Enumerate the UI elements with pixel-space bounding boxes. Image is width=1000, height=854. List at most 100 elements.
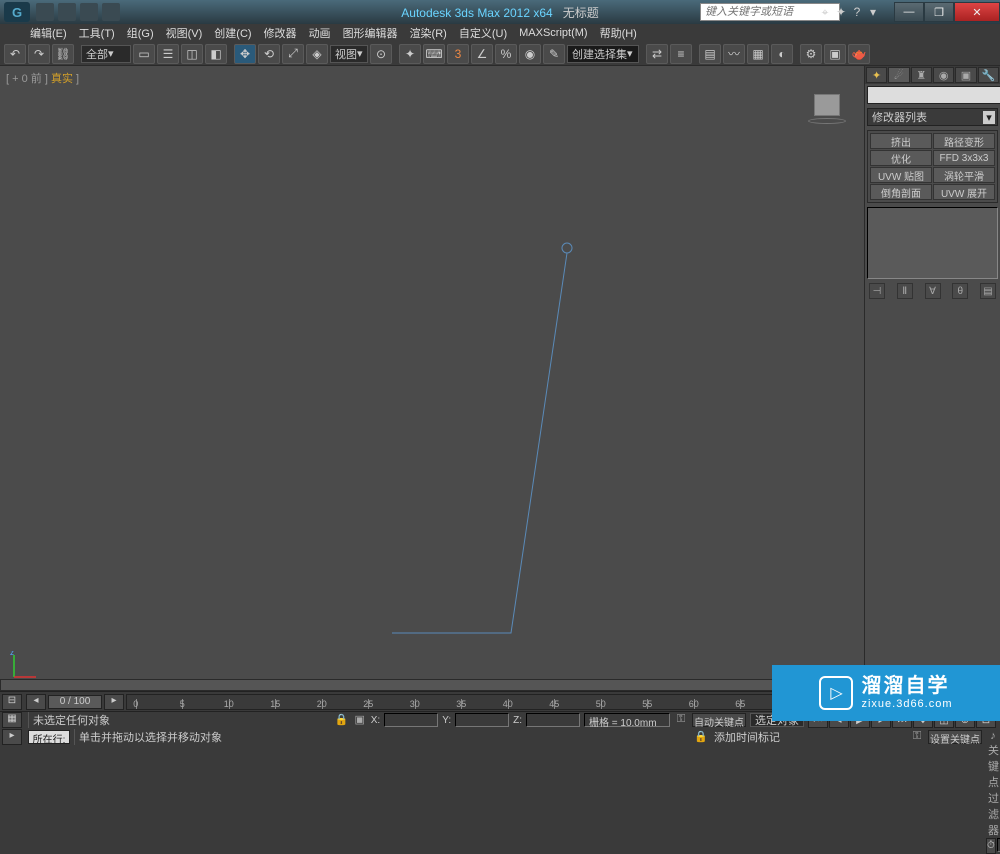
ref-coord-combo[interactable]: 视图 ▾ xyxy=(330,45,368,63)
layer-manager-button[interactable]: ▤ xyxy=(699,44,721,64)
menu-create[interactable]: 创建(C) xyxy=(214,25,251,41)
link-button[interactable]: ⛓ xyxy=(52,44,74,64)
prompt-icon[interactable]: ▸ xyxy=(2,729,22,745)
tab-utilities[interactable]: 🔧 xyxy=(978,67,999,83)
help-icon[interactable]: ? xyxy=(850,5,864,19)
mini-listener-icon[interactable]: ▦ xyxy=(2,712,22,728)
manipulate-button[interactable]: ✦ xyxy=(399,44,421,64)
mod-ffd[interactable]: FFD 3x3x3 xyxy=(933,150,995,166)
show-end-result-icon[interactable]: Ⅱ xyxy=(897,283,913,299)
spinner-snap-button[interactable]: ◉ xyxy=(519,44,541,64)
menu-modifiers[interactable]: 修改器 xyxy=(264,25,297,41)
schematic-view-button[interactable]: ▦ xyxy=(747,44,769,64)
curve-editor-button[interactable]: 〰 xyxy=(723,44,745,64)
undo-button[interactable]: ↶ xyxy=(4,44,26,64)
key-filter-icon[interactable]: ♪ 关键点过滤器... ⏱ ⊕ ⊞ ✋ ⊙ ⛶ xyxy=(986,730,1000,744)
tab-hierarchy[interactable]: ♜ xyxy=(911,67,932,83)
menu-edit[interactable]: 编辑(E) xyxy=(30,25,67,41)
lock-selection-icon[interactable]: 🔒 xyxy=(694,730,708,744)
set-key-button[interactable]: 设置关键点 xyxy=(928,730,982,744)
menu-maxscript[interactable]: MAXScript(M) xyxy=(519,27,587,39)
angle-snap-button[interactable]: ∠ xyxy=(471,44,493,64)
viewport-scrollbar-h[interactable] xyxy=(0,679,864,691)
move-button[interactable]: ✥ xyxy=(234,44,256,64)
coord-x-input[interactable] xyxy=(384,713,438,727)
menu-animation[interactable]: 动画 xyxy=(309,25,331,41)
modifier-list-combo[interactable]: 修改器列表 xyxy=(867,108,998,126)
isolate-icon[interactable]: ▣ xyxy=(353,713,367,727)
rendered-frame-button[interactable]: ▣ xyxy=(824,44,846,64)
menu-tools[interactable]: 工具(T) xyxy=(79,25,115,41)
menu-views[interactable]: 视图(V) xyxy=(166,25,203,41)
key-filter-button[interactable]: 关键点过滤器... xyxy=(986,742,1000,838)
menu-group[interactable]: 组(G) xyxy=(127,25,154,41)
pin-stack-icon[interactable]: ⊣ xyxy=(869,283,885,299)
add-time-tag[interactable]: 添加时间标记 xyxy=(712,729,782,745)
use-center-button[interactable]: ⊙ xyxy=(370,44,392,64)
minimize-button[interactable]: — xyxy=(894,2,924,22)
align-button[interactable]: ≡ xyxy=(670,44,692,64)
modifier-stack[interactable] xyxy=(867,207,998,279)
mod-bevelprofile[interactable]: 倒角剖面 xyxy=(870,184,932,200)
select-region-button[interactable]: ◫ xyxy=(181,44,203,64)
time-config-button[interactable]: ⏱ xyxy=(986,838,996,854)
timeline-next-button[interactable]: ▸ xyxy=(104,694,124,710)
selection-filter-combo[interactable]: 全部 ▾ xyxy=(81,45,131,63)
tab-modify[interactable]: ☄ xyxy=(888,67,909,83)
window-crossing-button[interactable]: ◧ xyxy=(205,44,227,64)
tab-create[interactable]: ✦ xyxy=(866,67,887,83)
render-button[interactable]: 🫖 xyxy=(848,44,870,64)
qat-button[interactable] xyxy=(102,3,120,21)
close-button[interactable]: ✕ xyxy=(954,2,1000,22)
info-icon[interactable]: ✦ xyxy=(834,5,848,19)
redo-button[interactable]: ↷ xyxy=(28,44,50,64)
mod-optimize[interactable]: 优化 xyxy=(870,150,932,166)
info-icon[interactable]: ⌖ xyxy=(818,5,832,19)
dropdown-icon[interactable]: ▾ xyxy=(866,5,880,19)
material-editor-button[interactable]: ◐ xyxy=(771,44,793,64)
select-button[interactable]: ▭ xyxy=(133,44,155,64)
qat-button[interactable] xyxy=(36,3,54,21)
set-key-icon[interactable]: ⚿ xyxy=(910,730,924,744)
render-setup-button[interactable]: ⚙ xyxy=(800,44,822,64)
edit-named-sel-button[interactable]: ✎ xyxy=(543,44,565,64)
select-by-name-button[interactable]: ☰ xyxy=(157,44,179,64)
viewport[interactable]: [ + 0 前 ] 真实 ] z xyxy=(0,66,864,691)
named-selection-combo[interactable]: 创建选择集 ▾ xyxy=(567,45,639,63)
qat-button[interactable] xyxy=(58,3,76,21)
ref-coord-button[interactable]: ◈ xyxy=(306,44,328,64)
coord-y-input[interactable] xyxy=(455,713,509,727)
qat-button[interactable] xyxy=(80,3,98,21)
configure-mod-icon[interactable]: ▤ xyxy=(980,283,996,299)
maximize-button[interactable]: ❐ xyxy=(924,2,954,22)
mod-extrude[interactable]: 挤出 xyxy=(870,133,932,149)
viewcube[interactable] xyxy=(808,94,846,126)
menu-graph-editors[interactable]: 图形编辑器 xyxy=(343,25,398,41)
mirror-button[interactable]: ⇄ xyxy=(646,44,668,64)
row-label[interactable]: 所在行: xyxy=(28,730,70,744)
mod-uvwmap[interactable]: UVW 贴图 xyxy=(870,167,932,183)
timeline-prev-button[interactable]: ◂ xyxy=(26,694,46,710)
rotate-button[interactable]: ⟲ xyxy=(258,44,280,64)
coord-z-input[interactable] xyxy=(526,713,580,727)
menu-customize[interactable]: 自定义(U) xyxy=(459,25,507,41)
lock-icon[interactable]: 🔒 xyxy=(335,713,349,727)
current-frame-display[interactable]: 0 / 100 xyxy=(48,695,102,709)
remove-mod-icon[interactable]: θ xyxy=(952,283,968,299)
viewport-label[interactable]: [ + 0 前 ] 真实 ] xyxy=(6,70,79,86)
snap-button[interactable]: 3 xyxy=(447,44,469,64)
app-icon[interactable]: G xyxy=(4,2,30,22)
menu-help[interactable]: 帮助(H) xyxy=(600,25,637,41)
tab-motion[interactable]: ◉ xyxy=(933,67,954,83)
make-unique-icon[interactable]: ∀ xyxy=(925,283,941,299)
scale-button[interactable]: ⤢ xyxy=(282,44,304,64)
menu-rendering[interactable]: 渲染(R) xyxy=(410,25,447,41)
percent-snap-button[interactable]: % xyxy=(495,44,517,64)
keyboard-shortcuts-button[interactable]: ⌨ xyxy=(423,44,445,64)
tab-display[interactable]: ▣ xyxy=(955,67,976,83)
timeline-config-button[interactable]: ⊟ xyxy=(2,694,22,710)
mod-unwrap[interactable]: UVW 展开 xyxy=(933,184,995,200)
key-icon[interactable]: ⚿ xyxy=(674,713,688,727)
auto-key-button[interactable]: 自动关键点 xyxy=(692,713,746,727)
mod-turbosmooth[interactable]: 涡轮平滑 xyxy=(933,167,995,183)
